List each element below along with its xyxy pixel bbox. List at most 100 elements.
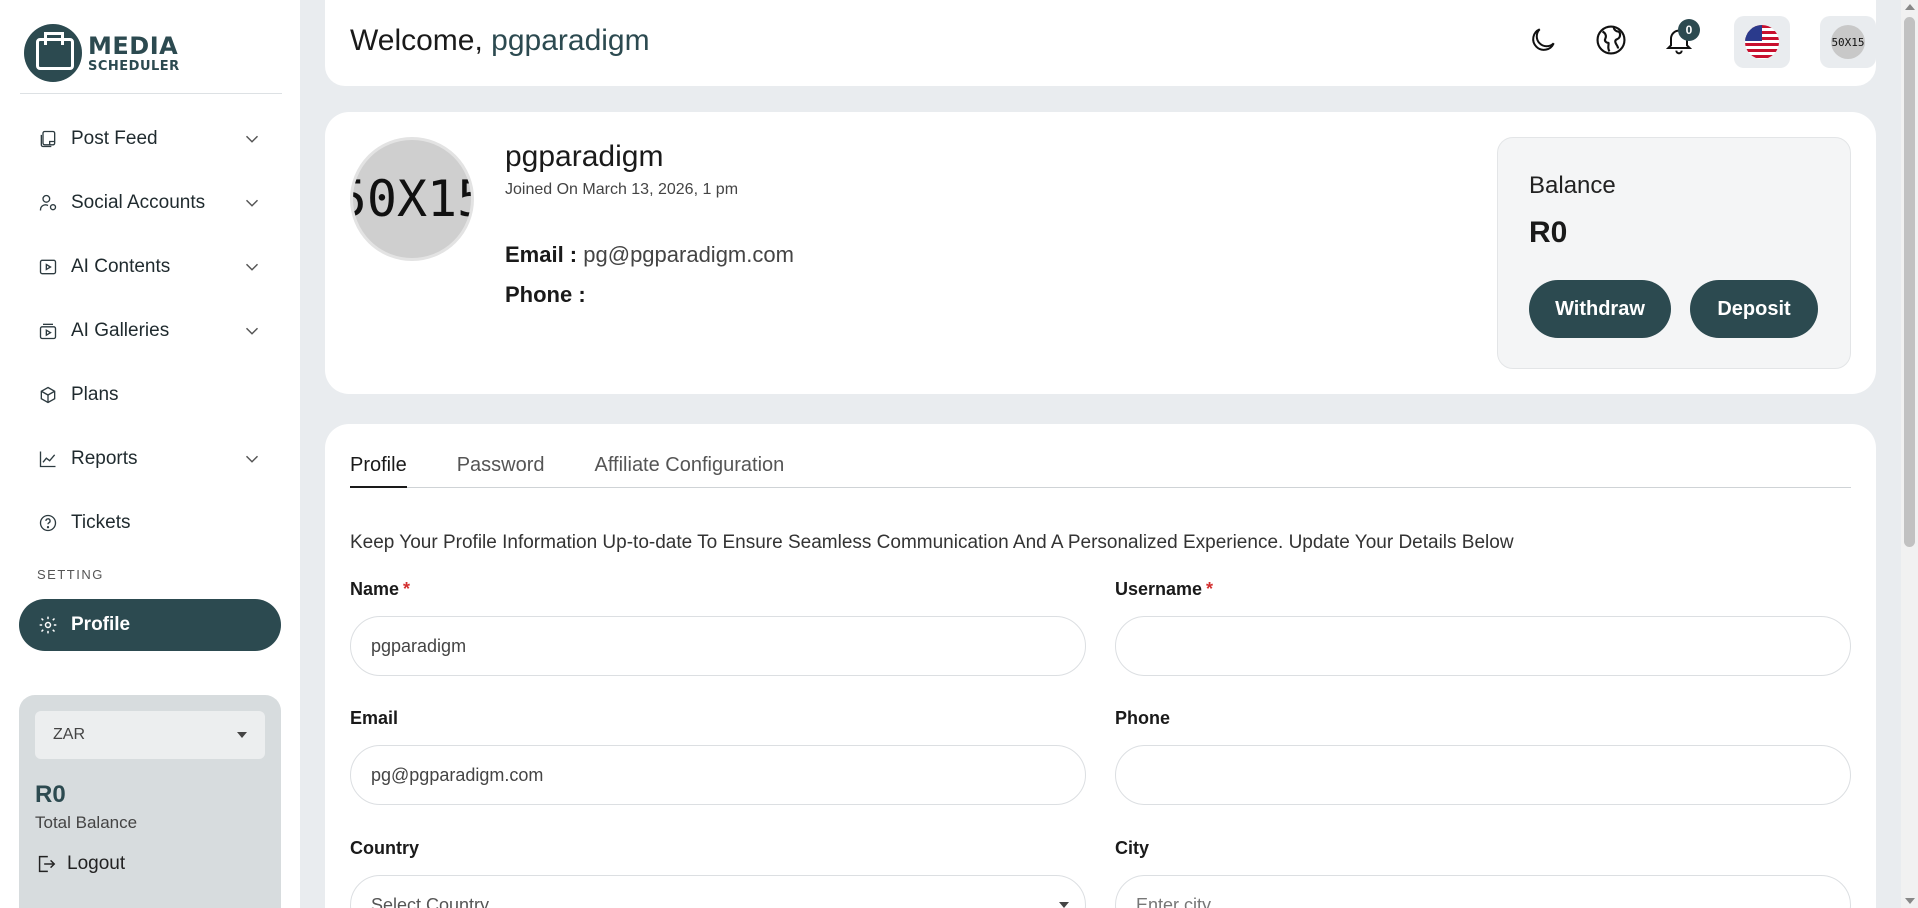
sidebar-nav: Post Feed Social Accounts AI Contents AI… (19, 107, 281, 651)
phone-label: Phone (1115, 708, 1171, 728)
country-placeholder: Select Country (371, 894, 490, 908)
sidebar-item-tickets[interactable]: Tickets (19, 491, 281, 555)
name-input[interactable] (350, 616, 1086, 676)
sidebar-item-label: Tickets (71, 512, 131, 533)
required-mark: * (403, 579, 411, 599)
sidebar-item-ai-galleries[interactable]: AI Galleries (19, 299, 281, 363)
scroll-up-icon[interactable] (1905, 4, 1915, 10)
wallet-amount: R0 (35, 781, 66, 808)
file-copy-icon (37, 128, 59, 150)
avatar: 50X15 (1831, 25, 1865, 59)
username-label-text: Username (1115, 579, 1203, 599)
sidebar-item-label: AI Galleries (71, 320, 170, 341)
logo-title: MEDIA (88, 31, 179, 60)
country-label: Country (350, 838, 419, 858)
email-label: Email : (505, 242, 578, 267)
section-label-setting: SETTING (37, 567, 104, 582)
sidebar-item-label: Plans (71, 384, 119, 405)
chart-line-icon (37, 448, 59, 470)
user-menu-button[interactable]: 50X15 (1820, 16, 1876, 68)
top-header: Welcome, pgparadigm 0 50X15 (325, 0, 1876, 86)
scrollbar-thumb[interactable] (1904, 17, 1915, 547)
gear-icon (37, 614, 59, 636)
chevron-down-icon (241, 192, 263, 214)
chevron-down-icon (241, 448, 263, 470)
logo-mark-icon (24, 24, 82, 82)
profile-form-card: Profile Password Affiliate Configuration… (325, 424, 1876, 908)
city-input[interactable] (1115, 875, 1851, 908)
phone-label: Phone : (505, 282, 586, 307)
caret-down-icon (1059, 902, 1069, 908)
profile-phone: Phone : (505, 282, 586, 308)
sidebar-item-label: Post Feed (71, 128, 158, 149)
profile-tabs: Profile Password Affiliate Configuration (350, 454, 1851, 488)
sidebar-item-post-feed[interactable]: Post Feed (19, 107, 281, 171)
email-input[interactable] (350, 745, 1086, 805)
sidebar-item-ai-contents[interactable]: AI Contents (19, 235, 281, 299)
package-icon (37, 384, 59, 406)
us-flag-icon (1745, 25, 1779, 59)
sidebar-item-reports[interactable]: Reports (19, 427, 281, 491)
welcome-message: Welcome, pgparadigm (350, 24, 650, 58)
currency-select[interactable]: ZAR (35, 711, 265, 759)
logo-subtitle: SCHEDULER (88, 58, 180, 74)
deposit-button[interactable]: Deposit (1690, 280, 1818, 338)
sidebar-item-social-accounts[interactable]: Social Accounts (19, 171, 281, 235)
scroll-down-icon[interactable] (1905, 898, 1915, 904)
sidebar-item-label: AI Contents (71, 256, 171, 277)
tab-affiliate-configuration[interactable]: Affiliate Configuration (595, 454, 785, 488)
balance-title: Balance (1529, 172, 1616, 199)
header-actions: 0 50X15 (1500, 16, 1876, 68)
language-selector[interactable] (1734, 16, 1790, 68)
profile-summary-card: 50X15 pgparadigm Joined On March 13, 202… (325, 112, 1876, 394)
username-input[interactable] (1115, 616, 1851, 676)
form-intro-text: Keep Your Profile Information Up-to-date… (350, 532, 1514, 553)
balance-amount: R0 (1529, 216, 1568, 249)
wallet-label: Total Balance (35, 813, 138, 832)
withdraw-button[interactable]: Withdraw (1529, 280, 1671, 338)
sidebar: MEDIA SCHEDULER Post Feed Social Account… (0, 0, 300, 908)
video-play-icon (37, 256, 59, 278)
wallet-panel: ZAR R0 Total Balance Logout (19, 695, 281, 908)
email-value: pg@pgparadigm.com (583, 242, 794, 267)
sidebar-item-label: Social Accounts (71, 192, 206, 213)
help-circle-icon (37, 512, 59, 534)
logout-button[interactable]: Logout (35, 853, 265, 875)
sidebar-divider (20, 93, 282, 94)
tab-profile[interactable]: Profile (350, 454, 407, 488)
notification-count-badge: 0 (1678, 19, 1700, 41)
profile-name: pgparadigm (505, 140, 664, 173)
sidebar-item-profile[interactable]: Profile (19, 599, 281, 651)
email-label: Email (350, 708, 399, 728)
logout-label: Logout (67, 853, 126, 874)
sidebar-item-plans[interactable]: Plans (19, 363, 281, 427)
country-select[interactable]: Select Country (350, 875, 1086, 908)
logout-icon (35, 853, 57, 875)
chevron-down-icon (241, 320, 263, 342)
moon-icon (1527, 24, 1559, 61)
balance-panel: Balance R0 Withdraw Deposit (1497, 137, 1851, 369)
joined-date: Joined On March 13, 2026, 1 pm (505, 181, 739, 198)
phone-input[interactable] (1115, 745, 1851, 805)
tab-password[interactable]: Password (457, 454, 545, 488)
profile-avatar: 50X15 (350, 137, 474, 261)
welcome-username: pgparadigm (491, 24, 650, 57)
welcome-prefix: Welcome, (350, 24, 483, 57)
caret-down-icon (237, 732, 247, 738)
app-logo[interactable]: MEDIA SCHEDULER (24, 24, 180, 82)
chevron-down-icon (241, 128, 263, 150)
gallery-icon (37, 320, 59, 342)
sidebar-item-label: Profile (71, 614, 131, 635)
page-scrollbar[interactable] (1901, 0, 1918, 908)
user-gear-icon (37, 192, 59, 214)
notifications-button[interactable]: 0 (1654, 17, 1704, 67)
chevron-down-icon (241, 256, 263, 278)
globe-icon (1594, 23, 1628, 62)
dark-mode-toggle[interactable] (1518, 17, 1568, 67)
currency-value: ZAR (53, 726, 85, 743)
website-link-button[interactable] (1586, 17, 1636, 67)
name-label: Name * (350, 579, 410, 600)
profile-email: Email : pg@pgparadigm.com (505, 242, 794, 268)
username-label: Username * (1115, 579, 1213, 600)
required-mark: * (1206, 579, 1214, 599)
